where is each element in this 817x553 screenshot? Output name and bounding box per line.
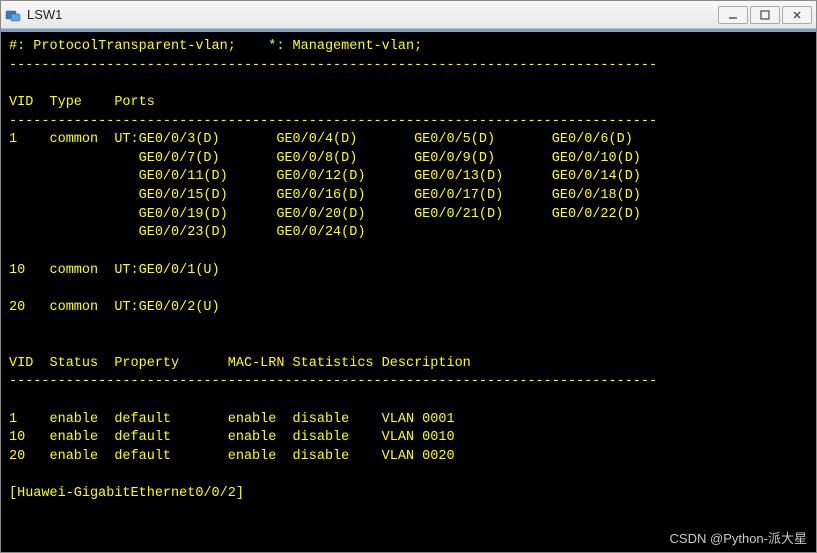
titlebar: LSW1 [1, 1, 816, 29]
watermark: CSDN @Python-派大星 [670, 528, 807, 547]
divider: ----------------------------------------… [9, 374, 657, 389]
window-title: LSW1 [27, 7, 718, 22]
terminal-output[interactable]: #: ProtocolTransparent-vlan; *: Manageme… [1, 29, 816, 552]
app-icon [5, 7, 21, 23]
ports-header: VID Type Ports [9, 95, 155, 110]
divider: ----------------------------------------… [9, 114, 657, 129]
window-controls [718, 6, 812, 24]
prompt: [Huawei-GigabitEthernet0/0/2] [9, 486, 244, 501]
vlan-ports-block: 1 common UT:GE0/0/3(D) GE0/0/4(D) GE0/0/… [9, 132, 641, 315]
minimize-button[interactable] [718, 6, 748, 24]
vlan-status-block: 1 enable default enable disable VLAN 000… [9, 412, 455, 464]
status-header: VID Status Property MAC-LRN Statistics D… [9, 356, 471, 371]
divider: ----------------------------------------… [9, 58, 657, 73]
legend-line: #: ProtocolTransparent-vlan; *: Manageme… [9, 39, 422, 54]
app-window: LSW1 #: ProtocolTransparent-vlan; *: Man… [0, 0, 817, 553]
maximize-button[interactable] [750, 6, 780, 24]
close-button[interactable] [782, 6, 812, 24]
